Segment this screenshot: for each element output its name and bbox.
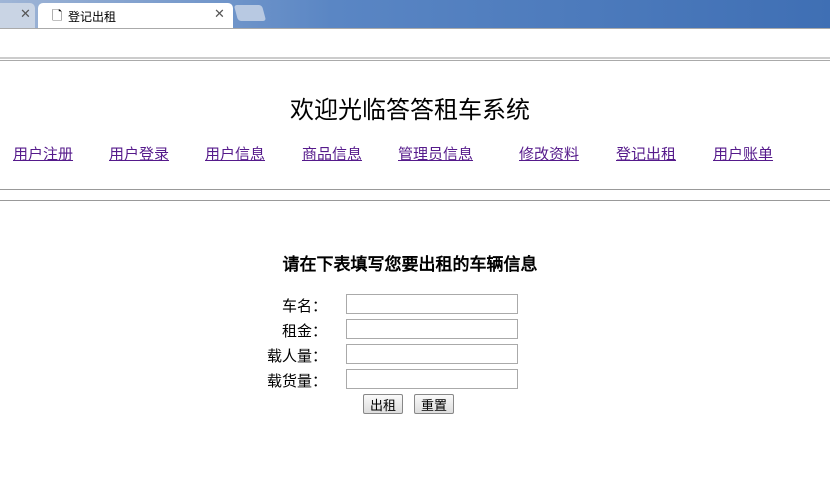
tab-title: 登记出租 [68, 10, 117, 24]
page-icon: 🗋 [52, 9, 63, 24]
nav-admin-info[interactable]: 管理员信息 [398, 143, 473, 164]
browser-tab-bar: ✕ 🗋 登记出租 ✕ [0, 0, 830, 28]
divider [0, 200, 830, 201]
passenger-capacity-label: 载人量： [266, 347, 327, 365]
nav-edit-profile[interactable]: 修改资料 [519, 143, 579, 164]
passenger-capacity-input[interactable] [346, 344, 518, 364]
divider [0, 60, 830, 61]
inactive-tab[interactable]: ✕ [0, 3, 35, 28]
divider [0, 189, 830, 190]
car-name-label: 车名： [281, 297, 327, 315]
rent-input[interactable] [346, 319, 518, 339]
close-icon[interactable]: ✕ [214, 7, 225, 22]
new-tab-button[interactable] [233, 5, 267, 21]
rent-label: 租金： [281, 322, 327, 340]
nav-user-bill[interactable]: 用户账单 [713, 143, 773, 164]
nav-product-info[interactable]: 商品信息 [302, 143, 362, 164]
cargo-capacity-label: 载货量： [266, 372, 327, 390]
page-title: 欢迎光临答答租车系统 [290, 96, 530, 124]
active-tab[interactable]: 🗋 登记出租 ✕ [38, 3, 233, 28]
close-icon[interactable]: ✕ [20, 7, 31, 22]
nav-register[interactable]: 用户注册 [13, 143, 73, 164]
submit-button[interactable]: 出租 [363, 394, 404, 414]
car-name-input[interactable] [346, 294, 518, 314]
form-heading: 请在下表填写您要出租的车辆信息 [282, 255, 538, 275]
cargo-capacity-input[interactable] [346, 369, 518, 389]
nav-login[interactable]: 用户登录 [109, 143, 169, 164]
reset-button[interactable]: 重置 [414, 394, 455, 414]
nav-user-info[interactable]: 用户信息 [205, 143, 265, 164]
browser-toolbar [0, 28, 830, 59]
nav-register-rental[interactable]: 登记出租 [616, 143, 676, 164]
